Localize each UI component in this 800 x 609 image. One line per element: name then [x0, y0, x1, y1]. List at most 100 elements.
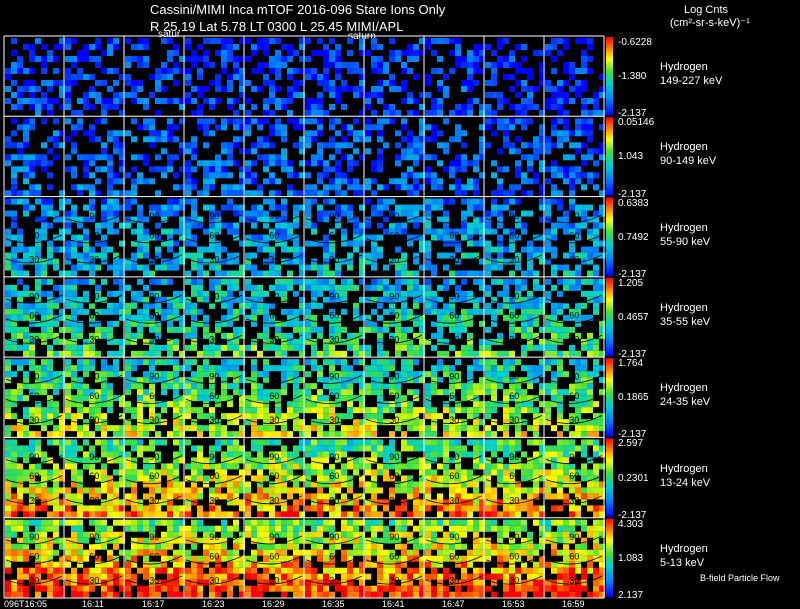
heatmap-cell — [587, 371, 593, 378]
heatmap-cell — [497, 204, 503, 211]
heatmap-cell — [263, 338, 269, 345]
heatmap-cell — [575, 511, 581, 518]
heatmap-cell — [569, 172, 575, 179]
heatmap-cell — [413, 389, 419, 396]
heatmap-cell — [113, 365, 119, 372]
heatmap-cell — [575, 166, 581, 173]
heatmap-cell — [527, 68, 533, 74]
heatmap-cell — [485, 124, 491, 131]
heatmap-cell — [137, 519, 143, 526]
heatmap-cell — [77, 505, 83, 512]
heatmap-cell — [251, 270, 257, 277]
heatmap-cell — [287, 451, 293, 458]
heatmap-cell — [569, 505, 575, 512]
heatmap-cell — [47, 246, 53, 253]
heatmap-cell — [503, 365, 509, 372]
heatmap-cell — [545, 148, 551, 155]
heatmap-cell — [557, 519, 563, 526]
heatmap-cell — [413, 222, 419, 229]
heatmap-cell — [509, 62, 515, 68]
heatmap-cell — [257, 371, 263, 378]
heatmap-cell — [377, 326, 383, 333]
heatmap-cell — [497, 92, 503, 98]
heatmap-cell — [431, 204, 437, 211]
heatmap-cell — [377, 395, 383, 402]
heatmap-cell — [551, 463, 557, 470]
heatmap-cell — [251, 383, 257, 390]
heatmap-cell — [245, 525, 251, 532]
heatmap-cell — [215, 38, 221, 44]
heatmap-cell — [107, 389, 113, 396]
heatmap-cell — [413, 148, 419, 155]
heatmap-cell — [503, 371, 509, 378]
heatmap-cell — [533, 451, 539, 458]
heatmap-cell — [563, 166, 569, 173]
heatmap-cell — [377, 210, 383, 217]
heatmap-cell — [167, 326, 173, 333]
heatmap-cell — [41, 519, 47, 526]
heatmap-cell — [149, 166, 155, 173]
heatmap-cell — [323, 198, 329, 205]
heatmap-cell — [293, 445, 299, 452]
heatmap-cell — [563, 457, 569, 464]
heatmap-cell — [305, 431, 311, 438]
heatmap-cell — [221, 190, 227, 197]
heatmap-cell — [569, 431, 575, 438]
heatmap-cell — [551, 389, 557, 396]
heatmap-cell — [5, 425, 11, 432]
heatmap-cell — [467, 425, 473, 432]
heatmap-cell — [11, 80, 17, 86]
heatmap-cell — [293, 425, 299, 432]
heatmap-cell — [521, 487, 527, 494]
heatmap-cell — [569, 74, 575, 80]
heatmap-cell — [197, 493, 203, 500]
heatmap-cell — [587, 130, 593, 137]
heatmap-cell — [233, 338, 239, 345]
heatmap-cell — [65, 371, 71, 378]
heatmap-cell — [437, 451, 443, 458]
heatmap-cell — [131, 184, 137, 191]
heatmap-cell — [347, 487, 353, 494]
heatmap-cell — [251, 68, 257, 74]
heatmap-cell — [263, 419, 269, 426]
heatmap-cell — [71, 210, 77, 217]
heatmap-cell — [521, 308, 527, 315]
heatmap-cell — [365, 425, 371, 432]
heatmap-cell — [251, 519, 257, 526]
heatmap-cell — [215, 86, 221, 92]
heatmap-cell — [323, 252, 329, 259]
heatmap-cell — [137, 38, 143, 44]
heatmap-cell — [401, 252, 407, 259]
heatmap-cell — [515, 487, 521, 494]
heatmap-cell — [101, 110, 107, 116]
heatmap-cell — [413, 270, 419, 277]
heatmap-cell — [125, 425, 131, 432]
heatmap-cell — [251, 413, 257, 420]
heatmap-cell — [83, 252, 89, 259]
heatmap-cell — [137, 445, 143, 452]
heatmap-cell — [65, 118, 71, 125]
heatmap-cell — [395, 264, 401, 271]
heatmap-cell — [407, 270, 413, 277]
heatmap-cell — [11, 92, 17, 98]
heatmap-cell — [515, 160, 521, 167]
heatmap-cell — [473, 56, 479, 62]
heatmap-cell — [203, 190, 209, 197]
heatmap-cell — [137, 332, 143, 339]
heatmap-cell — [389, 222, 395, 229]
heatmap-cell — [293, 204, 299, 211]
heatmap-cell — [11, 118, 17, 125]
heatmap-cell — [389, 178, 395, 185]
heatmap-cell — [431, 50, 437, 56]
heatmap-cell — [263, 314, 269, 321]
heatmap-cell — [563, 445, 569, 452]
heatmap-cell — [365, 98, 371, 104]
heatmap-cell — [173, 172, 179, 179]
heatmap-cell — [467, 160, 473, 167]
heatmap-cell — [245, 407, 251, 414]
heatmap-cell — [515, 166, 521, 173]
heatmap-cell — [287, 413, 293, 420]
heatmap-cell — [485, 493, 491, 500]
heatmap-cell — [431, 198, 437, 205]
heatmap-cell — [353, 308, 359, 315]
